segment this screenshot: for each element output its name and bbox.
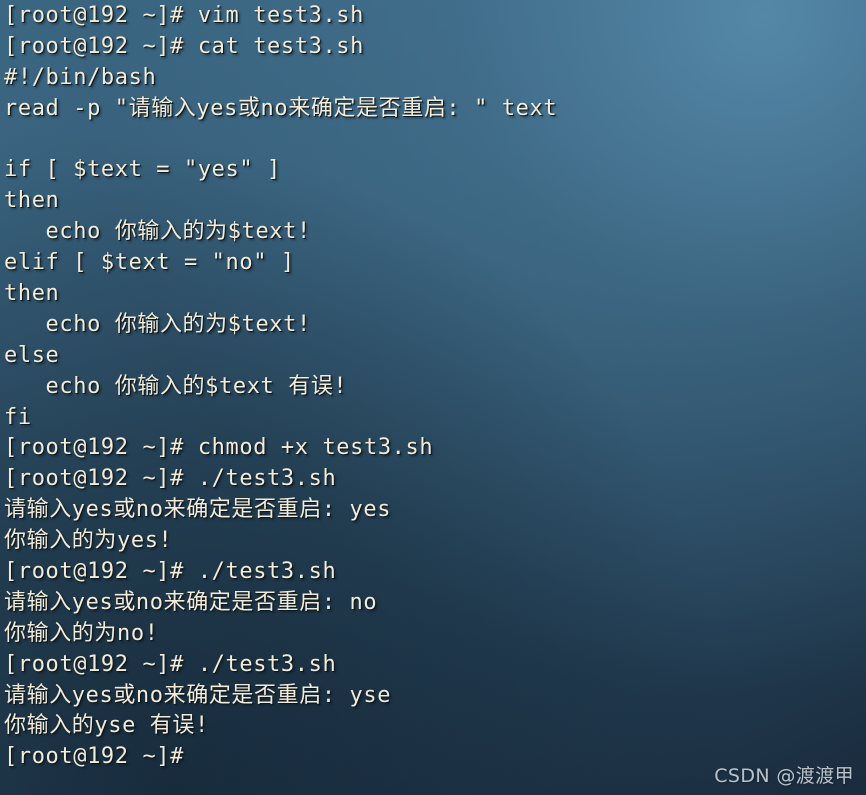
console-line: else [4, 342, 60, 368]
console-line: [root@192 ~]# vim test3.sh [4, 3, 364, 28]
console-line: [root@192 ~]# ./test3.sh [4, 559, 337, 585]
console-line: 你输入的为yes! [4, 528, 173, 554]
console-line: read -p "请输入yes或no来确定是否重启: " text [4, 95, 558, 121]
console-line: #!/bin/bash [4, 64, 157, 90]
console-line: then [4, 188, 60, 214]
console-line: 请输入yes或no来确定是否重启: no [4, 589, 378, 615]
console-line: echo 你输入的$text 有误! [4, 373, 348, 399]
console-line: [root@192 ~]# ./test3.sh [4, 466, 337, 492]
console-line: if [ $text = "yes" ] [4, 157, 281, 183]
console-line: [root@192 ~]# cat test3.sh [4, 33, 364, 59]
console-line: then [4, 281, 60, 307]
console-line: fi [4, 404, 32, 430]
console-line: elif [ $text = "no" ] [4, 250, 295, 276]
console-line: echo 你输入的为$text! [4, 219, 311, 245]
csdn-watermark: CSDN @渡渡甲 [714, 765, 854, 787]
terminal-window[interactable]: [root@192 ~]# vim test3.sh [root@192 ~]#… [0, 0, 866, 795]
console-line: [root@192 ~]# chmod +x test3.sh [4, 435, 434, 461]
console-output[interactable]: [root@192 ~]# vim test3.sh [root@192 ~]#… [0, 0, 866, 773]
console-line: echo 你输入的为$text! [4, 311, 311, 337]
console-line: 请输入yes或no来确定是否重启: yes [4, 497, 392, 523]
console-line: [root@192 ~]# ./test3.sh [4, 651, 337, 677]
console-line: 请输入yes或no来确定是否重启: yse [4, 682, 392, 708]
console-line: 你输入的yse 有误! [4, 713, 209, 739]
console-line: 你输入的为no! [4, 620, 159, 646]
